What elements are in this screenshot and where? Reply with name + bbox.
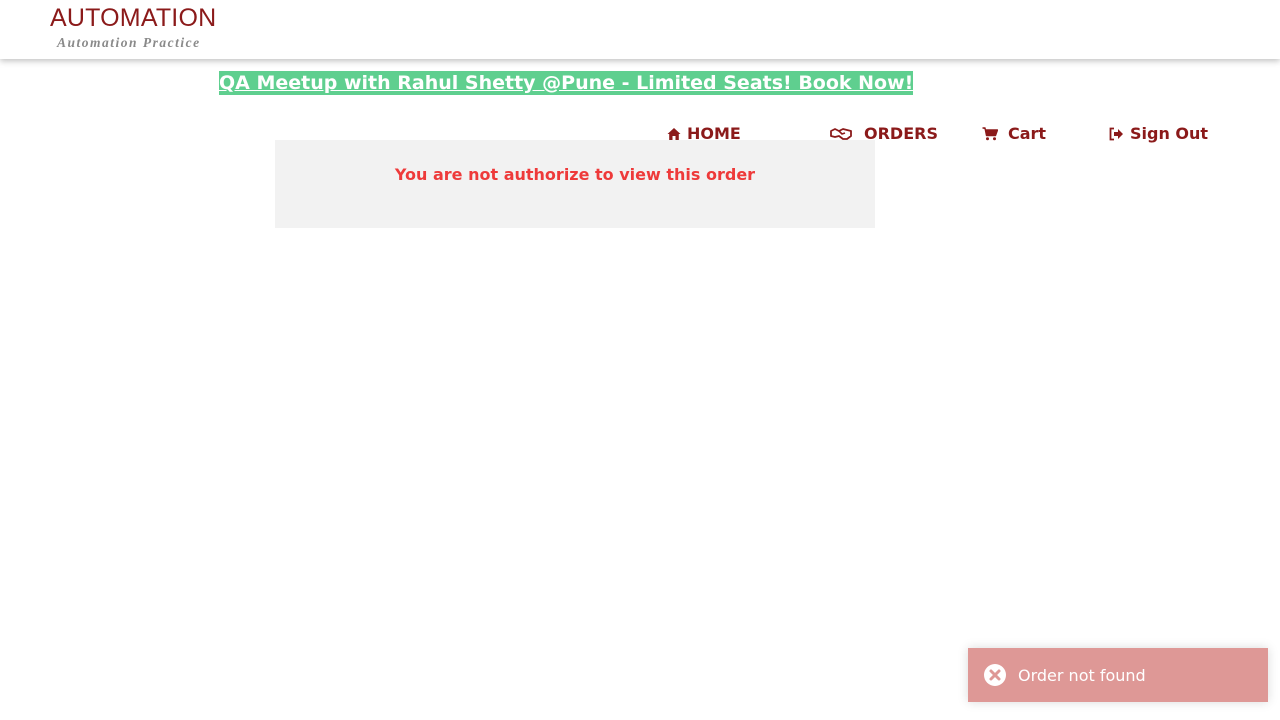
nav-cart-button[interactable]: Cart	[982, 122, 1046, 146]
error-message-panel: You are not authorize to view this order	[275, 140, 875, 228]
logo-title[interactable]: AUTOMATION	[50, 4, 216, 33]
meetup-banner-link[interactable]: QA Meetup with Rahul Shetty @Pune - Limi…	[219, 71, 914, 95]
handshake-icon	[830, 128, 852, 140]
nav-home-label: HOME	[687, 124, 741, 143]
error-toast[interactable]: Order not found	[968, 648, 1268, 702]
nav-orders-label: ORDERS	[864, 124, 938, 143]
home-icon	[667, 128, 681, 140]
toast-message: Order not found	[1018, 665, 1146, 685]
nav-home-button[interactable]: HOME	[667, 122, 741, 146]
error-message-text: You are not authorize to view this order	[394, 165, 756, 184]
cart-icon	[982, 127, 998, 141]
logo-subtitle: Automation Practice	[57, 35, 201, 50]
sign-out-icon	[1109, 127, 1123, 141]
main-nav: HOME ORDERS Cart Sign Out	[0, 122, 1280, 146]
header: AUTOMATION Automation Practice	[0, 0, 1280, 59]
nav-orders-button[interactable]: ORDERS	[830, 122, 938, 146]
nav-sign-out-label: Sign Out	[1130, 124, 1209, 143]
nav-sign-out-button[interactable]: Sign Out	[1109, 122, 1208, 146]
close-circle-icon	[984, 664, 1006, 686]
nav-cart-label: Cart	[1008, 124, 1047, 143]
